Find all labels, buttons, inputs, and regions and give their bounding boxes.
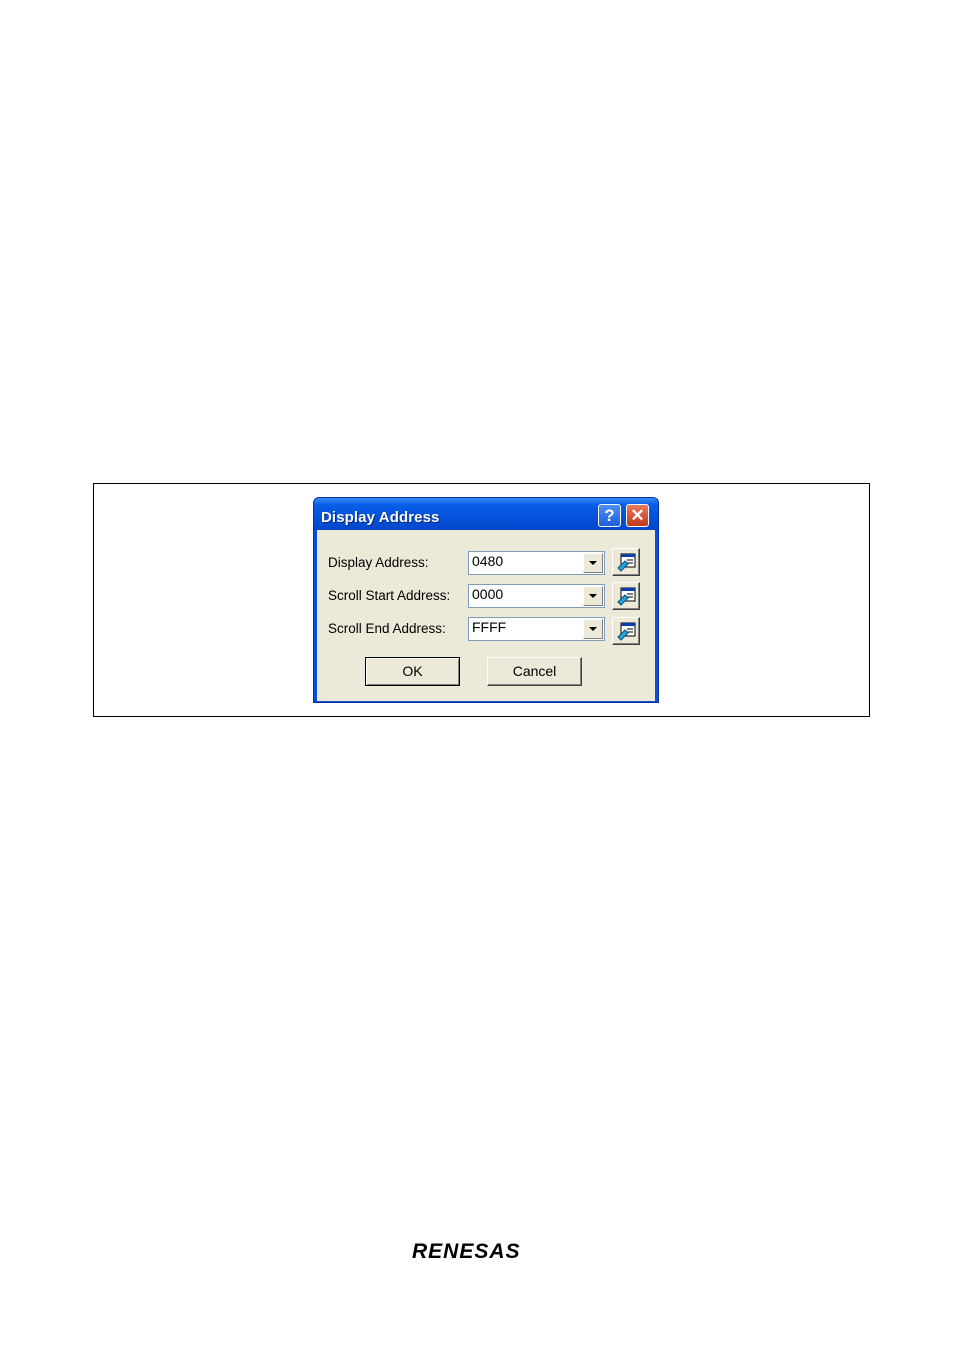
dialog-title: Display Address: [321, 509, 440, 526]
close-button[interactable]: ✕: [626, 504, 649, 527]
dialog-client-area: Display Address: 0480 Scroll Start Addre…: [317, 530, 655, 701]
display-address-browse-button[interactable]: [612, 548, 640, 576]
chevron-down-icon[interactable]: [583, 619, 603, 639]
symbol-browse-icon: [617, 553, 636, 572]
display-address-value[interactable]: 0480: [472, 553, 503, 569]
renesas-logo-text: RENESAS: [412, 1240, 521, 1262]
display-address-dialog: Display Address ? ✕ Display Address: 048…: [313, 497, 659, 703]
symbol-browse-icon: [617, 587, 636, 606]
scroll-end-address-label: Scroll End Address:: [328, 621, 446, 636]
scroll-start-address-label: Scroll Start Address:: [328, 588, 451, 603]
ok-button[interactable]: OK: [365, 657, 460, 686]
display-address-combo[interactable]: 0480: [468, 551, 605, 575]
scroll-end-address-combo[interactable]: FFFF: [468, 617, 605, 641]
help-icon: ?: [604, 506, 615, 525]
scroll-start-address-combo[interactable]: 0000: [468, 584, 605, 608]
cancel-button[interactable]: Cancel: [487, 657, 582, 686]
scroll-start-address-browse-button[interactable]: [612, 582, 640, 610]
scroll-end-address-value[interactable]: FFFF: [472, 619, 506, 635]
renesas-logo: RENESAS: [412, 1240, 521, 1262]
scroll-end-address-browse-button[interactable]: [612, 617, 640, 645]
display-address-label: Display Address:: [328, 555, 429, 570]
chevron-down-icon[interactable]: [583, 586, 603, 606]
symbol-browse-icon: [617, 622, 636, 641]
title-bar[interactable]: Display Address ? ✕: [314, 498, 658, 530]
scroll-start-address-value[interactable]: 0000: [472, 586, 503, 602]
chevron-down-icon[interactable]: [583, 553, 603, 573]
close-icon: ✕: [630, 506, 645, 525]
help-button[interactable]: ?: [598, 504, 621, 527]
